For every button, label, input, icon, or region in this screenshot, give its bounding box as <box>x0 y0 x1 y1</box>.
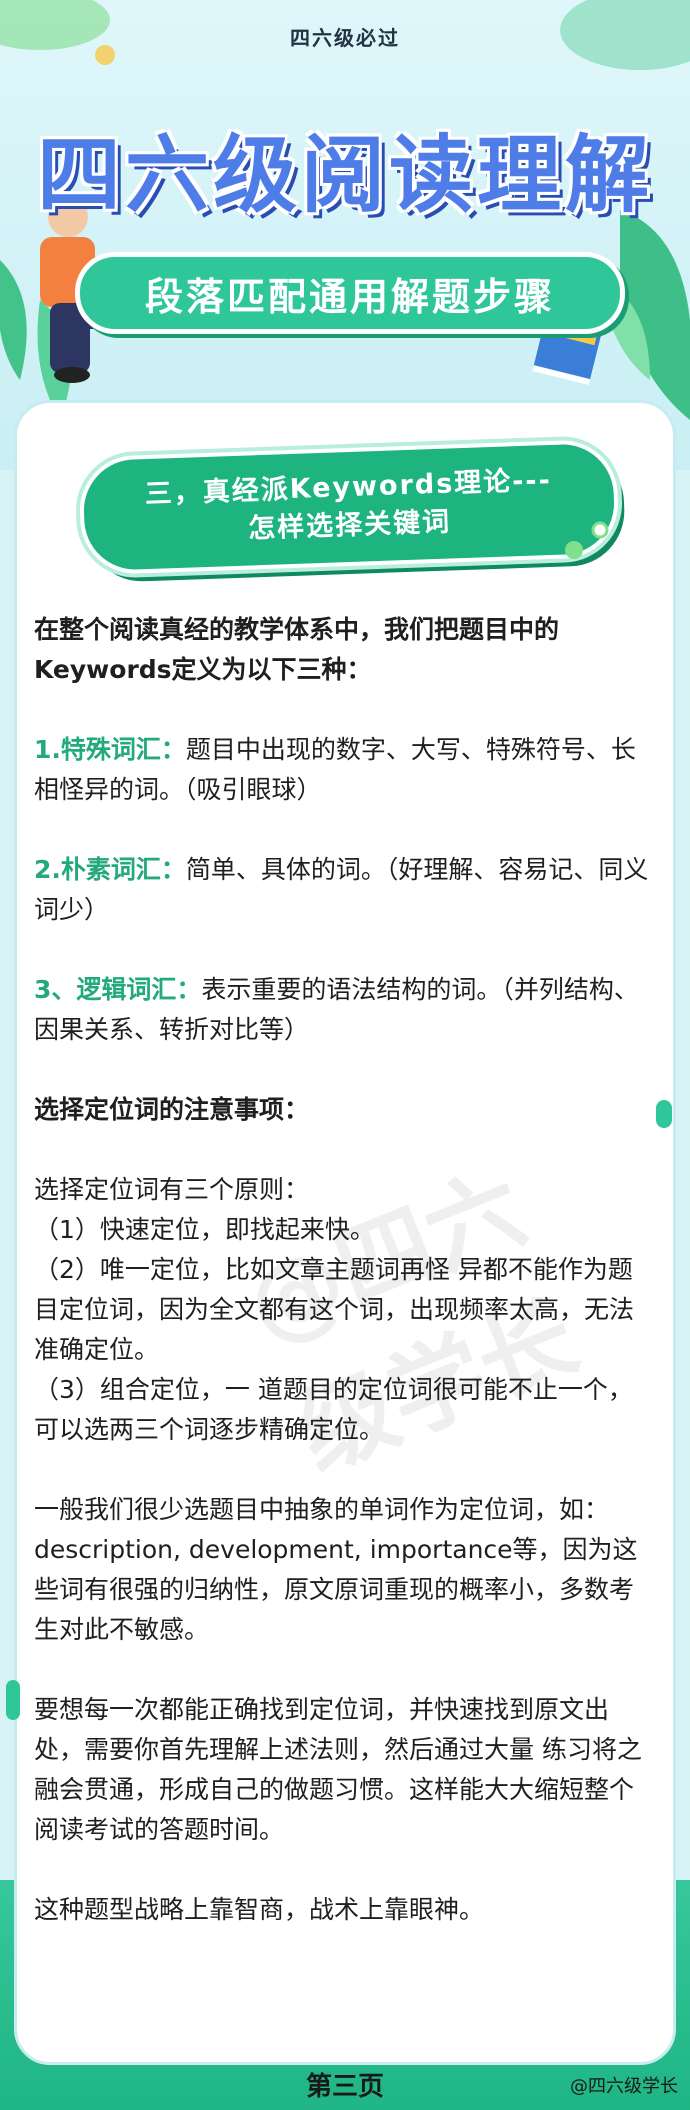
sparkle-icon <box>565 521 609 559</box>
subtitle-text: 段落匹配通用解题步骤 <box>144 274 555 319</box>
principle-item: （1）快速定位，即找起来快。 <box>34 1215 375 1244</box>
abstract-words-paragraph: 一般我们很少选题目中抽象的单词作为定位词，如：description, deve… <box>34 1495 638 1644</box>
keyword-item-logic: 3、逻辑词汇：表示重要的语法结构的词。（并列结构、因果关系、转折对比等） <box>34 970 654 1050</box>
subtitle-pill: 段落匹配通用解题步骤 <box>75 252 625 334</box>
notes-heading: 选择定位词的注意事项： <box>34 1095 310 1124</box>
article-body: 在整个阅读真经的教学体系中，我们把题目中的Keywords定义为以下三种： 1.… <box>34 610 654 1970</box>
top-tag: 四六级必过 <box>290 26 400 50</box>
keyword-item-plain: 2.朴素词汇：简单、具体的词。（好理解、容易记、同义词少） <box>34 850 654 930</box>
principle-item: （2）唯一定位，比如文章主题词再怪 异都不能作为题目定位词，因为全文都有这个词，… <box>34 1255 635 1364</box>
side-dot-left <box>6 1680 20 1720</box>
footer-watermark: @四六级学长 <box>570 2076 678 2097</box>
side-dot-right <box>656 1100 672 1128</box>
keyword-label: 1.特殊词汇： <box>34 735 186 764</box>
final-paragraph: 这种题型战略上靠智商，战术上靠眼神。 <box>34 1895 485 1924</box>
practice-paragraph: 要想每一次都能正确找到定位词，并快速找到原文出处，需要你首先理解上述法则，然后通… <box>34 1695 642 1844</box>
keyword-label: 3、逻辑词汇： <box>34 975 202 1004</box>
keyword-label: 2.朴素词汇： <box>34 855 186 884</box>
section-banner: 三，真经派Keywords理论--- 怎样选择关键词 <box>78 438 620 576</box>
principle-item: （3）组合定位，一 道题目的定位词很可能不止一个，可以选两三个词逐步精确定位。 <box>34 1375 633 1444</box>
page-title: 四六级阅读理解 <box>36 126 653 224</box>
section-title-line2: 怎样选择关键词 <box>247 506 452 545</box>
intro-paragraph: 在整个阅读真经的教学体系中，我们把题目中的Keywords定义为以下三种： <box>34 615 560 684</box>
principles-intro: 选择定位词有三个原则： <box>34 1175 310 1204</box>
keyword-item-special: 1.特殊词汇：题目中出现的数字、大写、特殊符号、长相怪异的词。（吸引眼球） <box>34 730 654 810</box>
